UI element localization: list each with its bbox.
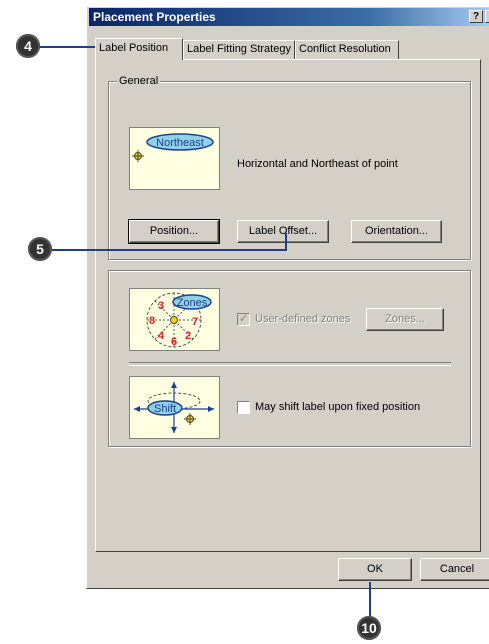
zone-number: 2	[185, 330, 191, 342]
placement-options-group: 3 8 4 6 2 7 Zones ✓ User-defined zones Z…	[108, 270, 471, 447]
title-bar[interactable]: Placement Properties ? ×	[89, 8, 489, 26]
user-defined-zones-checkbox[interactable]: ✓	[237, 313, 250, 326]
shift-label-text: Shift	[154, 403, 176, 415]
tab-label-position[interactable]: Label Position	[95, 38, 183, 60]
ok-button[interactable]: OK	[338, 558, 412, 581]
callout-10: 10	[357, 616, 381, 640]
northeast-preview-graphic: Northeast	[132, 133, 214, 162]
zones-button-label: Zones...	[385, 313, 425, 325]
may-shift-label-text: May shift label upon fixed position	[255, 401, 421, 413]
may-shift-label-checkbox[interactable]	[237, 401, 250, 414]
callout-4: 4	[16, 34, 40, 58]
tab-label-fitting-strategy[interactable]: Label Fitting Strategy	[183, 40, 295, 59]
close-button[interactable]: ×	[485, 10, 489, 23]
northeast-label-text: Northeast	[156, 137, 204, 149]
label-offset-button[interactable]: Label Offset...	[237, 220, 329, 243]
dialog-title: Placement Properties	[93, 10, 216, 24]
zones-button[interactable]: Zones...	[366, 308, 444, 331]
label-offset-button-label: Label Offset...	[248, 225, 318, 237]
general-group: General Northeast Horizontal and Northea…	[108, 75, 471, 260]
shift-preview: Shift	[129, 376, 220, 439]
zones-label-text: Zones	[177, 297, 208, 309]
cancel-button[interactable]: Cancel	[420, 558, 489, 581]
help-button[interactable]: ?	[469, 10, 483, 23]
ok-button-label: OK	[367, 563, 383, 575]
tab-conflict-resolution[interactable]: Conflict Resolution	[295, 40, 399, 59]
group-separator	[129, 362, 451, 366]
zone-number: 3	[158, 300, 164, 312]
zone-number: 4	[158, 330, 165, 342]
zone-number: 7	[192, 316, 198, 328]
tab-panel: General Northeast Horizontal and Northea…	[95, 59, 481, 552]
general-legend: General	[117, 75, 161, 87]
placement-properties-dialog: Placement Properties ? × Label Position …	[86, 6, 489, 589]
user-defined-zones-label: User-defined zones	[255, 313, 351, 325]
position-description: Horizontal and Northeast of point	[237, 158, 398, 170]
callout-leader-5	[44, 249, 286, 251]
zones-preview: 3 8 4 6 2 7 Zones	[129, 288, 220, 351]
orientation-button[interactable]: Orientation...	[351, 220, 442, 243]
position-button-label: Position...	[149, 225, 199, 237]
zone-number: 6	[171, 336, 177, 348]
position-button[interactable]: Position...	[128, 219, 220, 244]
callout-5: 5	[28, 237, 52, 261]
orientation-button-label: Orientation...	[365, 225, 428, 237]
callout-leader-4	[32, 46, 100, 48]
cancel-button-label: Cancel	[439, 563, 475, 575]
zones-preview-graphic: 3 8 4 6 2 7 Zones	[146, 292, 212, 348]
shift-preview-graphic: Shift	[134, 382, 214, 433]
zone-number: 8	[149, 315, 155, 327]
northeast-preview: Northeast	[129, 127, 220, 190]
callout-leader-5-vertical	[285, 233, 287, 251]
